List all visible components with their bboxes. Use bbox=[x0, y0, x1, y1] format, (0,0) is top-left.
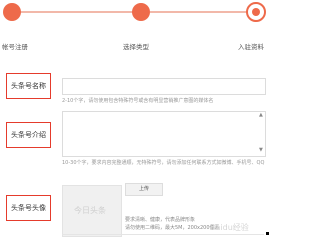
step-1-label: 帐号注册 bbox=[2, 43, 28, 51]
name-hint: 2-10个字，请勿使用包含特殊符号或含有明显营销推广意图的媒体名 bbox=[62, 98, 214, 104]
divider bbox=[62, 234, 264, 235]
upload-button[interactable]: 上传 bbox=[125, 183, 163, 196]
step-1-dot bbox=[3, 3, 21, 21]
step-3-dot-active bbox=[246, 2, 266, 22]
intro-textarea[interactable] bbox=[62, 111, 266, 157]
step-2-dot bbox=[132, 3, 150, 21]
name-field-label: 头条号名称 bbox=[6, 73, 51, 99]
step-2-label: 选择类型 bbox=[123, 43, 149, 51]
scroll-up-icon[interactable]: ▲ bbox=[259, 112, 263, 118]
watermark: Baidu经验 bbox=[210, 223, 249, 232]
avatar-requirement-1: 要求清晰、健康，代表品牌形象 bbox=[125, 217, 196, 223]
step-3-label: 入驻资料 bbox=[238, 43, 264, 51]
intro-hint: 10-30个字，要求内容完整通顺，无特殊符号，请勿添加任何联系方式如微博、手机号… bbox=[62, 160, 265, 166]
avatar-field-label: 头条号头像 bbox=[6, 195, 51, 221]
scroll-down-icon[interactable]: ▼ bbox=[259, 147, 263, 153]
avatar-placeholder-text: 今日头条 bbox=[74, 206, 106, 215]
avatar-requirement-2: 请勿使用二维码，最大5M，200x200像素 bbox=[125, 225, 220, 231]
intro-field-label: 头条号介绍 bbox=[6, 122, 51, 148]
progress-steps: 帐号注册 选择类型 入驻资料 bbox=[0, 0, 273, 56]
cursor-dot bbox=[266, 232, 269, 235]
name-input[interactable] bbox=[62, 78, 266, 95]
progress-line-2 bbox=[150, 11, 250, 13]
progress-line-1 bbox=[13, 11, 133, 13]
